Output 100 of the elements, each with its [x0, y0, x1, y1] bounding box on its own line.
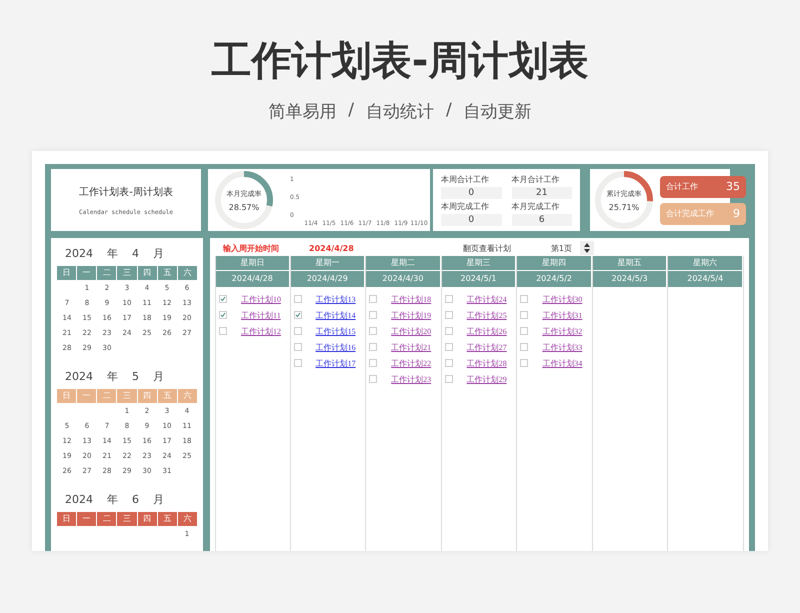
weekday-header: 二 [97, 389, 116, 403]
date-header: 2024/5/2 [517, 271, 592, 287]
weekday-header: 星期日 [216, 256, 290, 271]
total-label: 合计工作 [666, 181, 698, 192]
task-link[interactable]: 工作计划33 [542, 342, 582, 352]
task-checkbox[interactable] [520, 311, 528, 319]
weekday-header: 日 [57, 389, 76, 403]
task-link[interactable]: 工作计划14 [316, 310, 356, 320]
date-header: 2024/4/29 [290, 271, 366, 287]
task-checkbox[interactable] [444, 343, 453, 351]
calendar-unit: 月 [153, 492, 164, 506]
weekday-header: 六 [178, 512, 197, 526]
weekday-header: 星期三 [442, 256, 516, 271]
stat-label: 本月完成工作 [512, 201, 560, 212]
task-link[interactable]: 工作计划28 [466, 358, 507, 368]
stat-value: 21 [512, 187, 572, 199]
date-header: 2024/5/4 [668, 271, 743, 287]
subtitle-text: 自动更新 [464, 101, 532, 124]
calendar-unit: 年 [107, 368, 118, 384]
week-start-label: 输入周开始时间 [223, 242, 279, 254]
task-link[interactable]: 工作计划27 [466, 342, 507, 352]
weekday-header: 星期五 [592, 256, 668, 271]
task-link[interactable]: 工作计划20 [391, 326, 432, 336]
task-checkbox[interactable] [444, 359, 453, 367]
task-link[interactable]: 工作计划32 [542, 326, 582, 336]
task-link[interactable]: 工作计划11 [241, 310, 281, 320]
task-checkbox[interactable] [520, 327, 528, 335]
task-link[interactable]: 工作计划26 [466, 326, 507, 336]
task-checkbox[interactable] [444, 295, 453, 303]
total-label: 合计完成工作 [666, 208, 714, 219]
task-checkbox[interactable] [520, 295, 528, 303]
weekday-header: 日 [57, 512, 76, 526]
weekday-header: 六 [178, 389, 197, 403]
stat-value: 6 [512, 214, 572, 226]
date-header: 2024/4/30 [366, 271, 441, 287]
task-checkbox[interactable] [369, 311, 378, 319]
stat-value: 0 [441, 214, 502, 226]
weekday-header: 一 [77, 512, 96, 526]
weekday-header: 四 [138, 389, 157, 403]
rate-value: 28.57% [228, 202, 260, 212]
task-checkbox[interactable] [369, 343, 378, 351]
task-checkbox[interactable] [369, 359, 378, 367]
task-link[interactable]: 工作计划18 [391, 294, 432, 304]
weekday-header: 星期六 [668, 256, 743, 271]
weekday-header: 三 [117, 389, 137, 403]
calendar-month: 6 [132, 492, 139, 506]
task-checkbox[interactable] [219, 327, 227, 335]
task-link[interactable]: 工作计划31 [542, 310, 582, 320]
weekday-header: 二 [97, 266, 116, 280]
task-checkbox[interactable] [520, 343, 528, 351]
task-checkbox[interactable] [369, 327, 378, 335]
weekday-header: 五 [158, 266, 177, 280]
task-checkbox[interactable] [369, 295, 378, 303]
calendar-unit: 月 [153, 368, 164, 384]
sheet-title: 工作计划表-周计划表 [79, 186, 173, 198]
calendar-year: 2024 [65, 246, 93, 260]
task-link[interactable]: 工作计划25 [466, 310, 507, 320]
task-link[interactable]: 工作计划16 [316, 342, 356, 352]
pager-label: 翻页查看计划 [462, 242, 511, 254]
task-checkbox[interactable] [369, 375, 378, 383]
task-checkbox[interactable] [444, 375, 453, 383]
task-checkbox[interactable] [294, 327, 302, 335]
task-link[interactable]: 工作计划29 [466, 374, 507, 384]
weekday-header: 三 [117, 266, 137, 280]
task-link[interactable]: 工作计划23 [391, 374, 432, 384]
weekday-header: 五 [158, 512, 177, 526]
date-header: 2024/4/28 [216, 271, 290, 287]
weekday-header: 五 [158, 389, 177, 403]
task-link[interactable]: 工作计划12 [241, 326, 281, 336]
task-link[interactable]: 工作计划22 [391, 358, 432, 368]
task-checkbox[interactable] [219, 311, 227, 319]
task-checkbox[interactable] [444, 311, 453, 319]
calendar-year: 2024 [65, 370, 93, 382]
task-link[interactable]: 工作计划17 [316, 358, 356, 368]
total-value: 9 [733, 207, 740, 220]
task-link[interactable]: 工作计划21 [391, 342, 432, 352]
task-link[interactable]: 工作计划30 [542, 294, 582, 304]
task-link[interactable]: 工作计划15 [316, 326, 356, 336]
subtitle-text: / [348, 100, 354, 122]
task-checkbox[interactable] [294, 359, 302, 367]
weekday-header: 星期二 [366, 256, 441, 271]
task-checkbox[interactable] [294, 311, 302, 319]
weekday-header: 星期一 [290, 256, 366, 271]
task-link[interactable]: 工作计划34 [542, 358, 582, 368]
task-link[interactable]: 工作计划19 [391, 310, 432, 320]
task-checkbox[interactable] [444, 327, 453, 335]
task-link[interactable]: 工作计划13 [316, 294, 356, 304]
calendar-year: 2024 [65, 492, 93, 506]
task-checkbox[interactable] [294, 343, 302, 351]
weekday-header: 一 [77, 389, 96, 403]
task-link[interactable]: 工作计划10 [241, 294, 281, 304]
task-checkbox[interactable] [219, 295, 227, 303]
week-start-input[interactable]: 2024/4/28 [309, 244, 354, 252]
task-checkbox[interactable] [294, 295, 302, 303]
task-checkbox[interactable] [520, 359, 528, 367]
task-link[interactable]: 工作计划24 [466, 294, 507, 304]
weekday-header: 六 [178, 266, 197, 280]
weekday-header: 星期四 [517, 256, 592, 271]
date-header: 2024/5/3 [592, 271, 668, 287]
stat-label: 本月合计工作 [512, 174, 560, 185]
